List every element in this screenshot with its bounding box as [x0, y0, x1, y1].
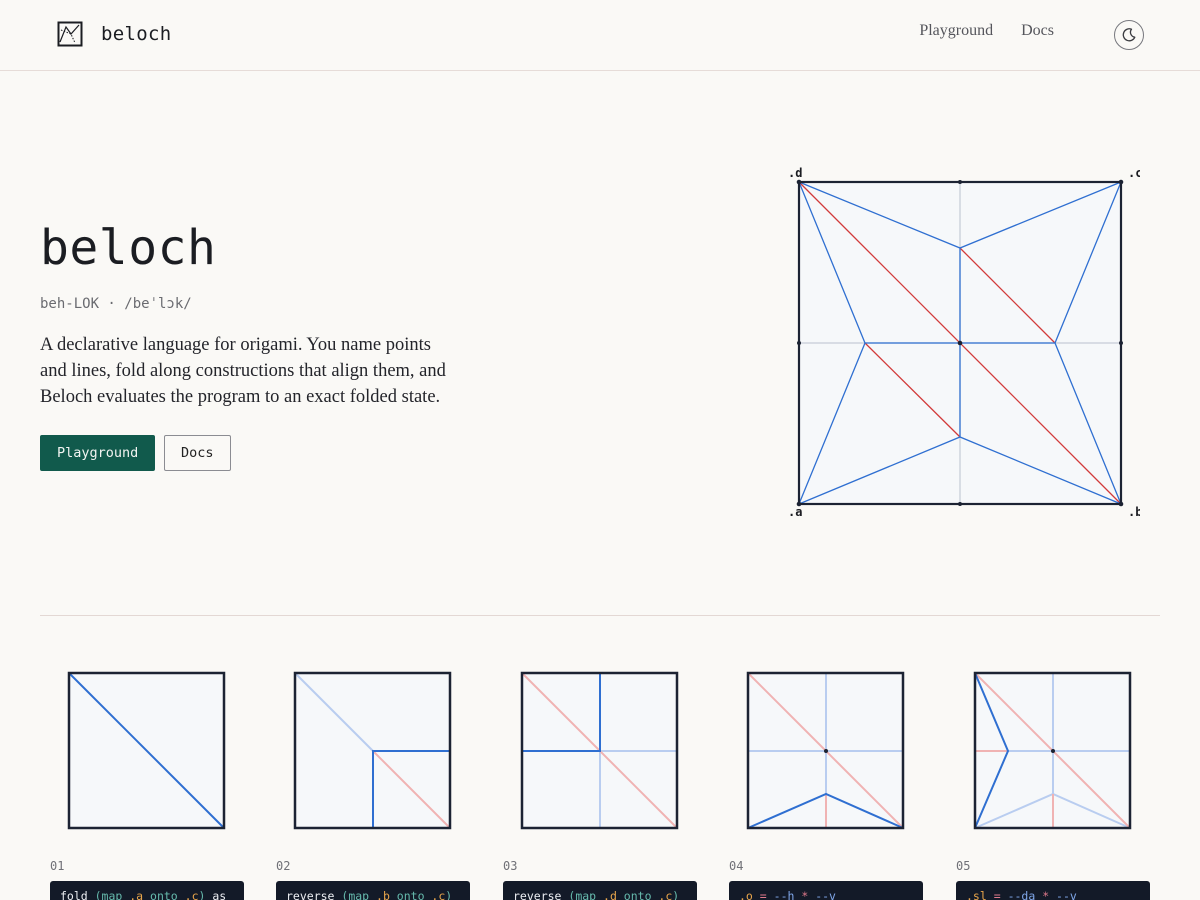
code-token: reverse — [513, 889, 569, 900]
theme-toggle-button[interactable] — [1114, 20, 1144, 50]
site-header: beloch Playground Docs — [0, 0, 1200, 71]
code-snippet: reverse (map .d onto .c) — [503, 881, 697, 900]
nav-playground-link[interactable]: Playground — [919, 22, 993, 40]
moon-icon — [1122, 28, 1136, 42]
code-token: (map — [568, 889, 604, 900]
step-diagram — [293, 671, 452, 830]
code-token: .c — [431, 889, 446, 900]
crease-pattern-diagram: .d .c .a .b — [788, 166, 1140, 519]
step-diagram — [67, 671, 226, 830]
code-token: onto — [389, 889, 432, 900]
code-token: as — [205, 889, 227, 900]
code-token: * — [1035, 889, 1057, 900]
playground-button[interactable]: Playground — [40, 435, 156, 471]
brand-home-link[interactable]: beloch — [57, 21, 171, 47]
section-divider — [40, 615, 1160, 616]
nav-docs-link[interactable]: Docs — [1021, 22, 1054, 40]
crease-pattern-logo-icon — [57, 21, 83, 47]
code-token: --h — [773, 889, 795, 900]
corner-label-d: .d — [788, 166, 802, 180]
code-token: .d — [603, 889, 617, 900]
code-token: .a — [129, 889, 144, 900]
code-token: .c — [184, 889, 199, 900]
code-token: reverse — [286, 889, 342, 900]
code-token: .c — [658, 889, 673, 900]
step-diagram — [520, 671, 679, 830]
brand-name: beloch — [101, 23, 172, 45]
step-number: 01 — [50, 859, 65, 873]
code-token: = — [986, 889, 1008, 900]
docs-button[interactable]: Docs — [164, 435, 231, 471]
code-token: .o — [739, 889, 753, 900]
code-token: --v — [815, 889, 836, 900]
code-token: ) — [672, 889, 680, 900]
step-number: 04 — [729, 859, 744, 873]
corner-label-c: .c — [1128, 166, 1140, 180]
corner-label-b: .b — [1128, 505, 1140, 519]
step-number: 03 — [503, 859, 518, 873]
code-token: --da — [1007, 889, 1036, 900]
main-nav: Playground Docs — [919, 22, 1054, 40]
step-diagram — [973, 671, 1132, 830]
code-token: fold — [60, 889, 95, 900]
code-snippet: .sl = --da * --v — [956, 881, 1150, 900]
code-token: .b — [376, 889, 390, 900]
code-snippet: .o = --h * --v — [729, 881, 923, 900]
code-token: onto — [616, 889, 659, 900]
hero-description: A declarative language for origami. You … — [40, 335, 446, 407]
hero-title: beloch — [40, 220, 217, 276]
pronunciation: beh-LOK · /beˈlɔk/ — [40, 296, 192, 312]
code-snippet: reverse (map .b onto .c) — [276, 881, 470, 900]
step-number: 05 — [956, 859, 971, 873]
step-diagram — [746, 671, 905, 830]
step-number: 02 — [276, 859, 291, 873]
code-token: (map — [94, 889, 130, 900]
code-token: --v — [1056, 889, 1077, 900]
code-token: = — [752, 889, 774, 900]
code-token: onto — [143, 889, 185, 900]
code-token: (map — [341, 889, 377, 900]
code-token: ) — [445, 889, 453, 900]
code-token: .sl — [966, 889, 987, 900]
code-snippet: fold (map .a onto .c) as — [50, 881, 244, 900]
code-token: * — [794, 889, 816, 900]
corner-label-a: .a — [788, 505, 802, 519]
